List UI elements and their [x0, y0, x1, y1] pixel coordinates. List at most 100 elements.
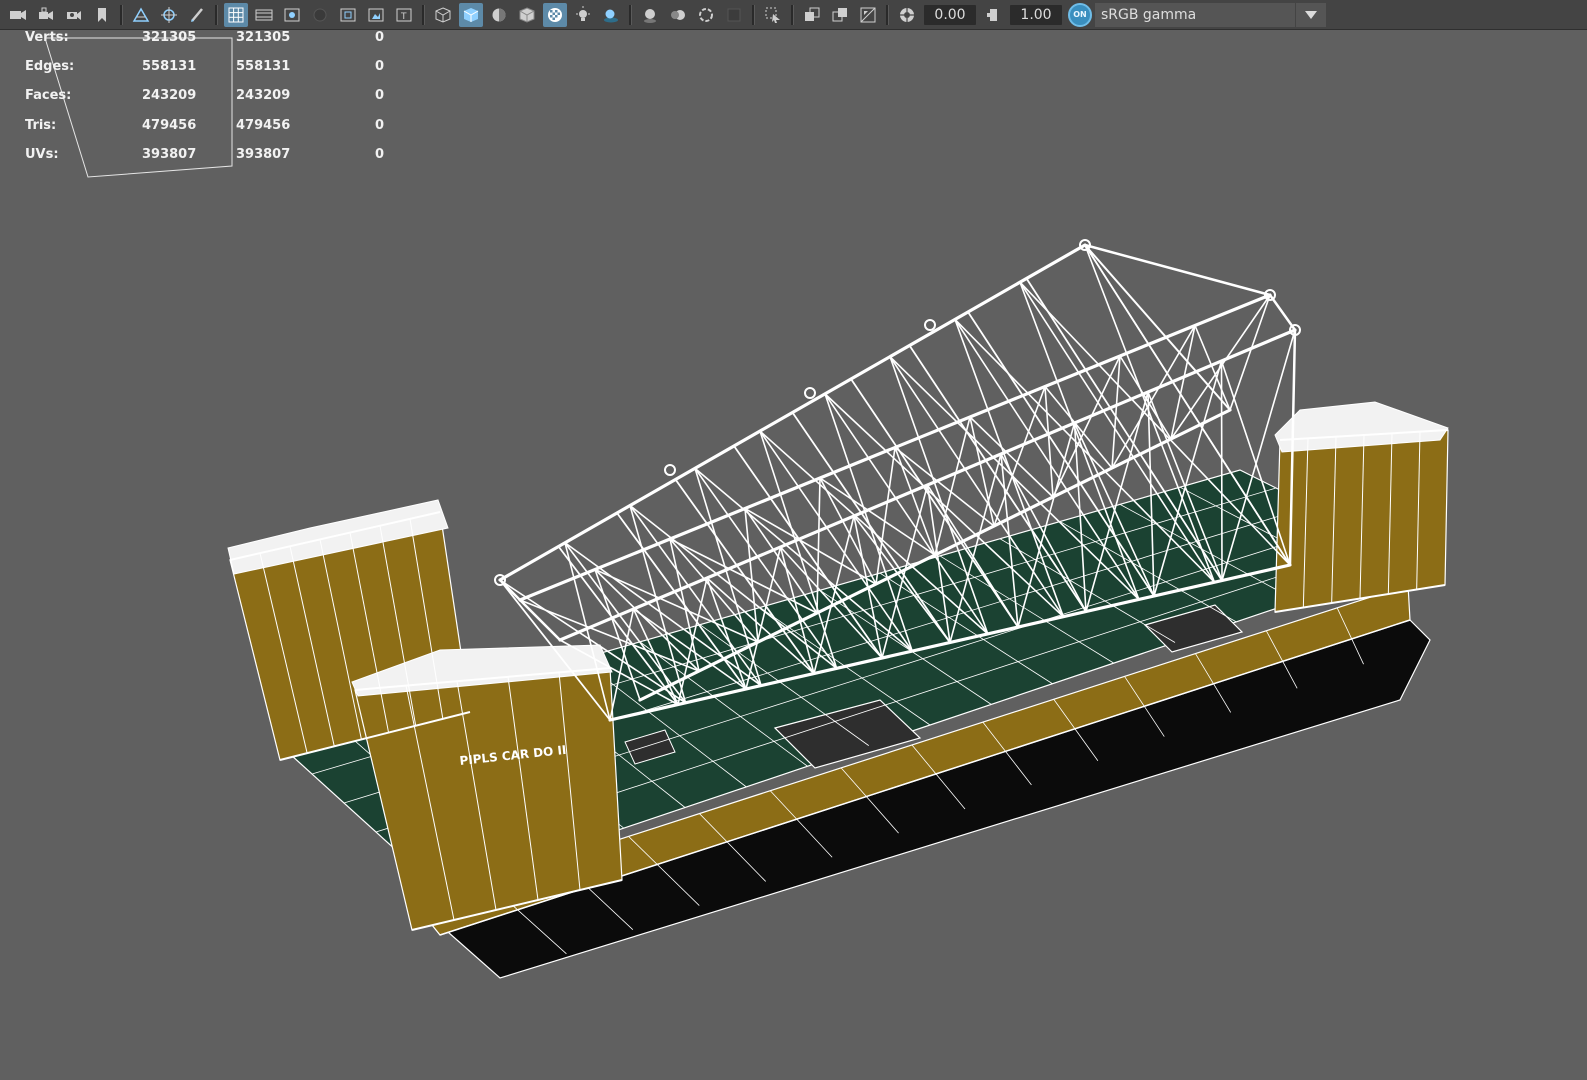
hud-label: UVs: [25, 147, 59, 162]
hud-value: 0 [375, 147, 385, 162]
hud-value: 393807 [236, 147, 291, 162]
toolbar-separator [629, 4, 632, 25]
xray-button[interactable] [543, 2, 567, 27]
3d-viewport[interactable]: PIPLS CAR DO II [0, 31, 1587, 1080]
wireframe-button[interactable] [431, 3, 455, 27]
toolbar-separator [752, 4, 755, 25]
wireframe-on-shaded-button[interactable] [487, 3, 511, 27]
gate-mask-button[interactable] [308, 3, 332, 27]
safe-title-icon: T [396, 8, 412, 22]
field-chart-icon [340, 8, 356, 21]
xray-joints-button[interactable] [800, 3, 824, 27]
pan-zoom-button[interactable] [157, 3, 181, 27]
hud-value: 0 [375, 30, 385, 45]
ambient-occlusion-icon [644, 8, 656, 23]
motion-blur-icon [671, 9, 685, 20]
smooth-shade-button[interactable] [459, 2, 483, 27]
depth-of-field-icon [727, 8, 741, 21]
xray-active-button[interactable] [828, 3, 852, 27]
camera-attributes-button[interactable] [62, 3, 86, 27]
toolbar-separator [886, 4, 889, 25]
hud-label: Faces: [25, 88, 72, 103]
hud-value: 479456 [142, 118, 197, 133]
gamma-value: 1.00 [1020, 6, 1052, 23]
hud-value: 321305 [142, 30, 197, 45]
color-management-icon[interactable]: ON [1068, 2, 1092, 27]
safe-action-button[interactable] [364, 3, 388, 27]
bookmark-button[interactable] [90, 3, 114, 27]
gamma-button[interactable] [981, 3, 1005, 27]
gate-mask-icon [313, 8, 327, 21]
svg-text:T: T [400, 12, 407, 22]
motion-blur-button[interactable] [666, 3, 690, 27]
hud-value: 558131 [236, 59, 291, 74]
shadows-icon [604, 9, 618, 22]
toolbar-separator [791, 4, 794, 25]
grease-pencil-button[interactable] [185, 3, 209, 27]
field-chart-button[interactable] [336, 3, 360, 27]
exposure-icon [900, 7, 914, 22]
textured-button[interactable] [515, 3, 539, 27]
exposure-button[interactable] [895, 3, 919, 27]
toolbar-separator [215, 4, 218, 25]
camera-attributes-icon [67, 10, 81, 20]
toolbar-separator [120, 4, 123, 25]
xray-joints-icon [805, 7, 820, 21]
view-transform-value: sRGB gamma [1101, 6, 1197, 23]
anti-aliasing-button[interactable] [694, 3, 718, 27]
image-plane-icon [132, 7, 150, 22]
hud-value: 243209 [236, 88, 291, 103]
gamma-field[interactable]: 1.00 [1010, 4, 1062, 25]
hud-value: 0 [375, 118, 385, 133]
backface-culling-button[interactable] [856, 3, 880, 27]
depth-of-field-button[interactable] [722, 3, 746, 27]
wireframe-icon [435, 6, 451, 23]
lights-icon [576, 5, 590, 21]
ship-model[interactable]: PIPLS CAR DO II [227, 239, 1449, 979]
grease-pencil-icon [191, 7, 203, 22]
hud-value: 558131 [142, 59, 197, 74]
bookmark-icon [98, 7, 106, 22]
hud-label: Verts: [25, 30, 69, 45]
hud-label: Tris: [25, 118, 57, 133]
film-gate-button[interactable] [252, 3, 276, 27]
wireframe-on-shaded-icon [492, 8, 506, 21]
image-plane-button[interactable] [129, 3, 153, 27]
grid-toggle-button[interactable] [224, 2, 248, 27]
safe-title-button[interactable]: T [392, 3, 416, 27]
hud-label: Edges: [25, 59, 75, 74]
hud-value: 393807 [142, 147, 197, 162]
hud-value: 243209 [142, 88, 197, 103]
color-management-badge-text: ON [1073, 10, 1087, 19]
resolution-gate-button[interactable] [280, 3, 304, 27]
ambient-occlusion-button[interactable] [638, 3, 662, 27]
exposure-field[interactable]: 0.00 [924, 4, 976, 25]
anti-aliasing-icon [699, 7, 713, 22]
view-transform-dropdown[interactable] [1295, 2, 1326, 27]
lock-camera-button[interactable] [34, 3, 58, 27]
hud-value: 321305 [236, 30, 291, 45]
xray-icon [548, 7, 562, 22]
shadows-button[interactable] [599, 3, 623, 27]
hud-value: 0 [375, 59, 385, 74]
isolate-select-icon [765, 7, 780, 23]
textured-icon [519, 6, 535, 23]
pan-zoom-icon [161, 6, 177, 23]
backface-culling-icon [860, 7, 876, 22]
safe-action-icon [368, 8, 384, 21]
hud-value: 0 [375, 88, 385, 103]
chevron-down-icon [1305, 10, 1317, 19]
view-transform-select[interactable]: sRGB gamma [1095, 2, 1295, 27]
smooth-shade-icon [463, 7, 479, 22]
hud-value: 479456 [236, 118, 291, 133]
camera-icon [10, 9, 26, 20]
isolate-select-button[interactable] [761, 3, 785, 27]
xray-active-icon [832, 7, 847, 21]
resolution-gate-icon [284, 8, 300, 21]
camera-lock-icon [39, 7, 53, 20]
grid-icon [228, 7, 244, 22]
film-gate-icon [255, 9, 273, 20]
lights-button[interactable] [571, 3, 595, 27]
viewport-panel-toolbar: T 0.00 1.00 ON sRGB gamma [0, 0, 1587, 30]
select-camera-button[interactable] [6, 3, 30, 27]
